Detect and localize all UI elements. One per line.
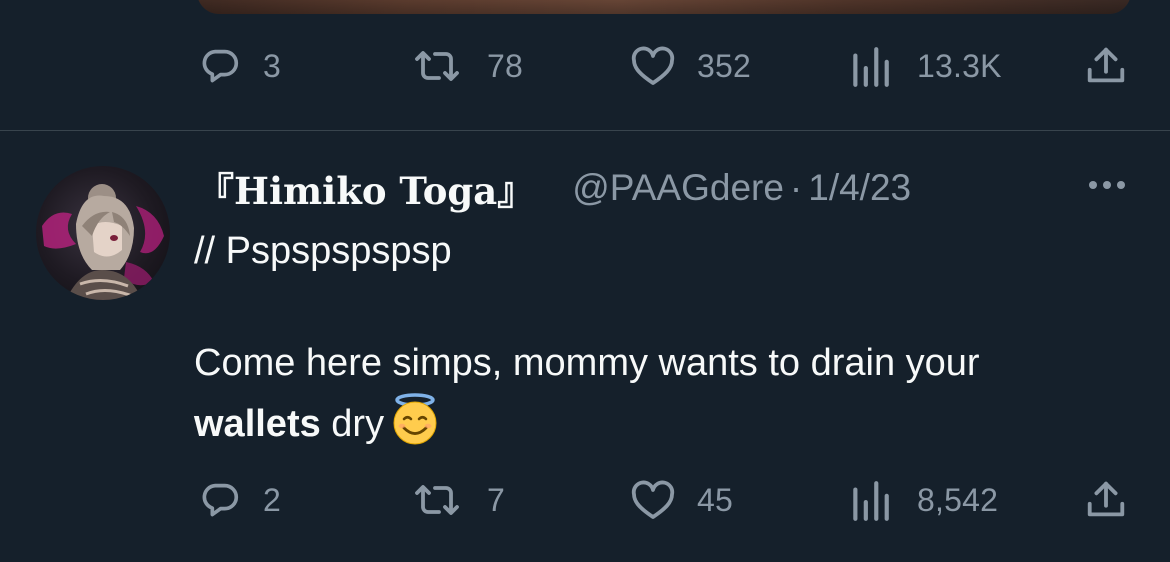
views-button[interactable]: 8,542 [849, 475, 998, 525]
tweet-text: // Pspspspspsp Come here simps, mommy wa… [194, 222, 1144, 463]
retweet-icon [411, 43, 463, 89]
reply-count: 3 [263, 47, 281, 84]
tweet-line: // Pspspspspsp [194, 230, 452, 272]
reply-button[interactable]: 3 [197, 41, 281, 91]
user-handle[interactable]: @PAAGdere [572, 167, 784, 209]
bar-chart-icon [849, 43, 891, 89]
heart-icon [629, 477, 677, 523]
share-icon [1083, 43, 1129, 89]
display-name[interactable]: 『Himiko Toga』 [197, 161, 534, 215]
reply-button[interactable]: 2 [197, 475, 281, 525]
share-button[interactable] [1083, 475, 1129, 525]
retweet-button[interactable]: 7 [411, 475, 505, 525]
header-separator: · [789, 167, 803, 208]
tweet-header: 『Himiko Toga』 @PAAGdere · 1/4/23 [197, 160, 911, 216]
share-icon [1083, 477, 1129, 523]
previous-tweet-media[interactable] [197, 0, 1131, 14]
like-count: 45 [697, 481, 733, 518]
reply-count: 2 [263, 481, 281, 518]
heart-icon [629, 43, 677, 89]
bold-word: wallets [194, 403, 321, 445]
retweet-icon [411, 477, 463, 523]
retweet-count: 78 [487, 47, 523, 84]
tweet-divider [0, 130, 1170, 131]
tweet-line: Come here simps, mommy wants to drain yo… [194, 342, 980, 384]
tweet-line-text: dry [320, 403, 385, 445]
more-options-button[interactable] [1082, 170, 1132, 204]
avatar[interactable] [36, 166, 170, 300]
views-button[interactable]: 13.3K [849, 41, 1002, 91]
halo-emoji-icon [388, 392, 442, 463]
previous-tweet-action-bar: 3 78 352 13.3K [193, 41, 1133, 91]
tweet-line: wallets dry [194, 392, 1144, 463]
like-count: 352 [697, 47, 751, 84]
three-dots-icon [1086, 178, 1128, 196]
like-button[interactable]: 45 [629, 475, 733, 525]
like-button[interactable]: 352 [629, 41, 751, 91]
share-button[interactable] [1083, 41, 1129, 91]
retweet-count: 7 [487, 481, 505, 518]
bar-chart-icon [849, 477, 891, 523]
tweet-action-bar: 2 7 45 8,542 [193, 475, 1133, 525]
retweet-button[interactable]: 78 [411, 41, 523, 91]
reply-icon [197, 43, 243, 89]
views-count: 8,542 [917, 481, 999, 518]
views-count: 13.3K [917, 47, 1002, 84]
reply-icon [197, 477, 243, 523]
tweet-date[interactable]: 1/4/23 [808, 167, 911, 209]
